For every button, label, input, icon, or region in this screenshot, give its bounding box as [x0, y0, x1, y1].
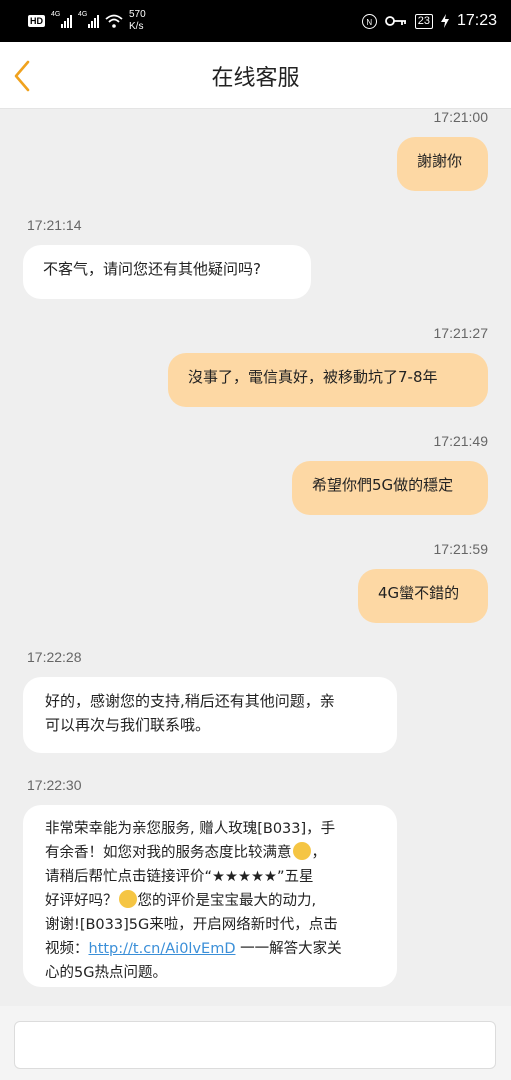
charging-icon — [440, 14, 449, 28]
signal-icon-2: 4G — [78, 11, 99, 28]
smile-emoji-icon — [118, 890, 137, 908]
message-timestamp: 17:21:59 — [433, 541, 489, 557]
message-bubble-sent[interactable]: 謝謝你 — [397, 137, 488, 191]
message-bubble-sent[interactable]: 4G蠻不錯的 — [358, 569, 488, 623]
message-text: 謝謝你 — [417, 152, 463, 170]
message-text: 沒事了，電信真好，被移動坑了7-8年 — [188, 368, 438, 386]
page-title: 在线客服 — [211, 66, 300, 91]
wifi-icon — [105, 14, 123, 28]
message-timestamp: 17:22:28 — [27, 649, 82, 665]
input-bar — [0, 1006, 511, 1080]
video-link[interactable]: http://t.cn/Ai0lvEmD — [89, 941, 236, 957]
message-timestamp: 17:21:49 — [433, 433, 489, 449]
message-text: 可以再次与我们联系哦。 — [45, 716, 211, 734]
message-text: 好的，感谢您的支持,稍后还有其他问题，亲 — [45, 692, 335, 710]
message-bubble-received[interactable]: 好的，感谢您的支持,稍后还有其他问题，亲 可以再次与我们联系哦。 — [23, 677, 397, 753]
app-header: 在线客服 — [0, 42, 511, 109]
message-text: 4G蠻不錯的 — [378, 584, 460, 602]
message-timestamp: 17:21:14 — [27, 217, 82, 233]
hd-voice-icon: HD — [28, 15, 45, 27]
clock: 17:23 — [456, 12, 497, 29]
message-text: 希望你們5G做的穩定 — [312, 476, 454, 494]
message-timestamp: 17:21:00 — [433, 109, 489, 125]
message-input[interactable] — [14, 1021, 496, 1069]
message-timestamp: 17:21:27 — [433, 325, 489, 341]
message-text: 不客气，请问您还有其他疑问吗? — [43, 260, 261, 278]
message-bubble-sent[interactable]: 沒事了，電信真好，被移動坑了7-8年 — [168, 353, 488, 407]
smile-emoji-icon — [292, 842, 311, 860]
status-bar: HD 4G 4G 570 K/s N 23 17:23 — [0, 0, 511, 42]
nfc-icon: N — [361, 13, 377, 29]
message-bubble-received[interactable]: 不客气，请问您还有其他疑问吗? — [23, 245, 311, 299]
message-timestamp: 17:22:30 — [27, 777, 82, 793]
message-bubble-sent[interactable]: 希望你們5G做的穩定 — [292, 461, 488, 515]
key-icon — [384, 16, 406, 26]
signal-icon: 4G — [51, 11, 72, 28]
battery-icon: 23 — [414, 13, 433, 29]
network-speed: 570 K/s — [129, 9, 146, 32]
message-bubble-received[interactable]: 非常荣幸能为亲您服务, 赠人玫瑰[B033]，手 有余香！如您对我的服务态度比较… — [23, 805, 397, 987]
